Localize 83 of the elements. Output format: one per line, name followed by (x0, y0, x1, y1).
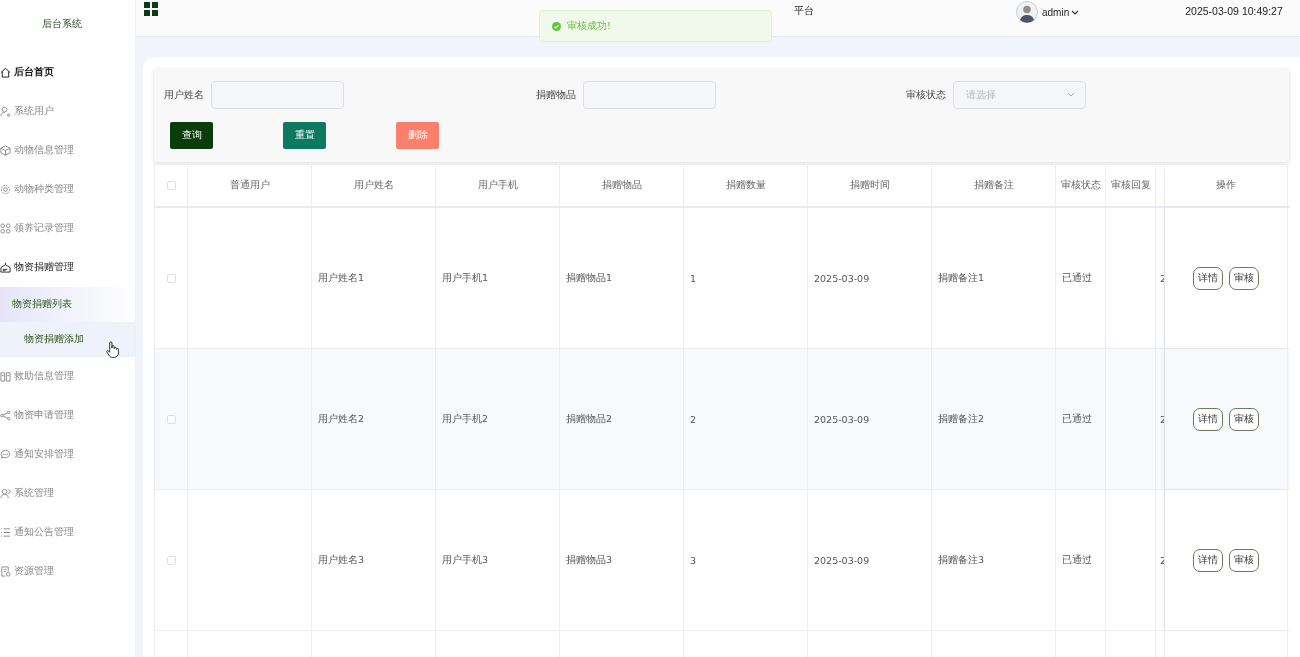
table-cell: 1 (690, 272, 697, 284)
field-label: 用户姓名 (164, 88, 204, 102)
checkbox[interactable] (166, 181, 176, 190)
table-cell: 用户手机2 (442, 412, 489, 426)
user-icon (0, 106, 11, 117)
hand-cursor-icon (106, 341, 119, 358)
checkbox[interactable] (166, 414, 176, 424)
sidebar-item[interactable]: 动物种类管理 (0, 170, 135, 209)
sidebar-item[interactable]: 系统用户 (0, 92, 135, 131)
review-button[interactable]: 审核 (1229, 548, 1259, 572)
input-field[interactable] (583, 81, 716, 109)
share-icon (0, 410, 11, 421)
avatar-icon[interactable] (1016, 1, 1038, 23)
sidebar-item[interactable]: 系统管理 (0, 474, 135, 513)
column-header: 审核状态 (1060, 179, 1101, 192)
table-cell: 捐赠备注1 (938, 271, 985, 285)
chevron-down-icon (1067, 92, 1075, 98)
checkbox[interactable] (166, 555, 176, 565)
doc-icon (0, 566, 11, 577)
table-cell: 2025-03-09 (814, 554, 870, 566)
field-label: 审核状态 (906, 88, 946, 102)
sidebar-item[interactable]: 领养记录管理 (0, 209, 135, 248)
review-button[interactable]: 审核 (1229, 407, 1259, 431)
column-header: 捐赠时间 (849, 179, 890, 192)
field-label: 捐赠物品 (536, 88, 576, 102)
checkbox[interactable] (166, 273, 176, 283)
table-cell: 用户姓名3 (318, 553, 365, 567)
table-cell: 3 (690, 554, 697, 566)
table-cell: 用户手机1 (442, 271, 489, 285)
table-cell: 2025-03-09 (814, 272, 870, 284)
column-header: 捐赠备注 (973, 179, 1014, 192)
search-button[interactable]: 查询 (170, 122, 213, 149)
column-header: 审核回复 (1110, 179, 1151, 192)
gear-icon (0, 184, 11, 195)
table-cell: 捐赠备注2 (938, 412, 985, 426)
column-header: 操作 (1216, 179, 1236, 192)
users-icon (0, 488, 11, 499)
details-button[interactable]: 详情 (1193, 548, 1223, 572)
date-time: 2025-03-09 10:49:27 (1185, 5, 1283, 17)
sidebar-title: 后台系统 (41, 17, 83, 31)
home-icon (0, 67, 11, 78)
sidebar-item[interactable]: 物资申请管理 (0, 396, 135, 435)
header-title: 平台 (794, 4, 814, 18)
reset-button[interactable]: 重置 (283, 122, 326, 149)
column-header: 捐赠物品 (601, 179, 642, 192)
details-button[interactable]: 详情 (1193, 407, 1223, 431)
sidebar-item[interactable]: 物资捐赠管理 (0, 248, 135, 287)
details-button[interactable]: 详情 (1193, 266, 1223, 290)
toast-message: 审核成功! (567, 19, 611, 33)
box-icon (0, 145, 11, 156)
sidebar-item[interactable]: 救助信息管理 (0, 357, 135, 396)
user-menu[interactable]: admin (1042, 7, 1080, 18)
table-cell: 用户手机3 (442, 553, 489, 567)
table-cell: 捐赠物品1 (566, 271, 613, 285)
review-button[interactable]: 审核 (1229, 266, 1259, 290)
check-circle-icon (552, 21, 561, 31)
sidebar-item[interactable]: 动物信息管理 (0, 131, 135, 170)
table-cell: 捐赠物品2 (566, 412, 613, 426)
sidebar-item[interactable]: 通知公告管理 (0, 513, 135, 552)
sidebar-subitem[interactable]: 物资捐赠添加 (0, 322, 135, 357)
table-cell: 2025-03-09 (814, 413, 870, 425)
column-header: 普通用户 (229, 179, 270, 192)
column-header: 捐赠数量 (725, 179, 766, 192)
grid-menu-icon[interactable] (144, 2, 158, 16)
table-cell: 用户姓名1 (318, 271, 365, 285)
table-cell: 已通过 (1062, 271, 1092, 285)
table-cell: 2 (690, 413, 697, 425)
table-cell: 用户姓名2 (318, 412, 365, 426)
column-header: 用户姓名 (353, 179, 394, 192)
input-field[interactable] (211, 81, 344, 109)
table-cell: 已通过 (1062, 553, 1092, 567)
sidebar-item[interactable]: 资源管理 (0, 552, 135, 591)
column-header: 用户手机 (477, 179, 518, 192)
list-icon (0, 527, 11, 538)
sidebar-item[interactable]: 后台首页 (0, 53, 135, 92)
chat-icon (0, 449, 11, 460)
book-icon (0, 371, 11, 382)
table-cell: 捐赠备注3 (938, 553, 985, 567)
table-cell: 已通过 (1062, 412, 1092, 426)
grid-icon (0, 223, 11, 234)
chevron-down-icon (1071, 9, 1080, 16)
table-cell: 捐赠物品3 (566, 553, 613, 567)
sidebar-item[interactable]: 通知安排管理 (0, 435, 135, 474)
